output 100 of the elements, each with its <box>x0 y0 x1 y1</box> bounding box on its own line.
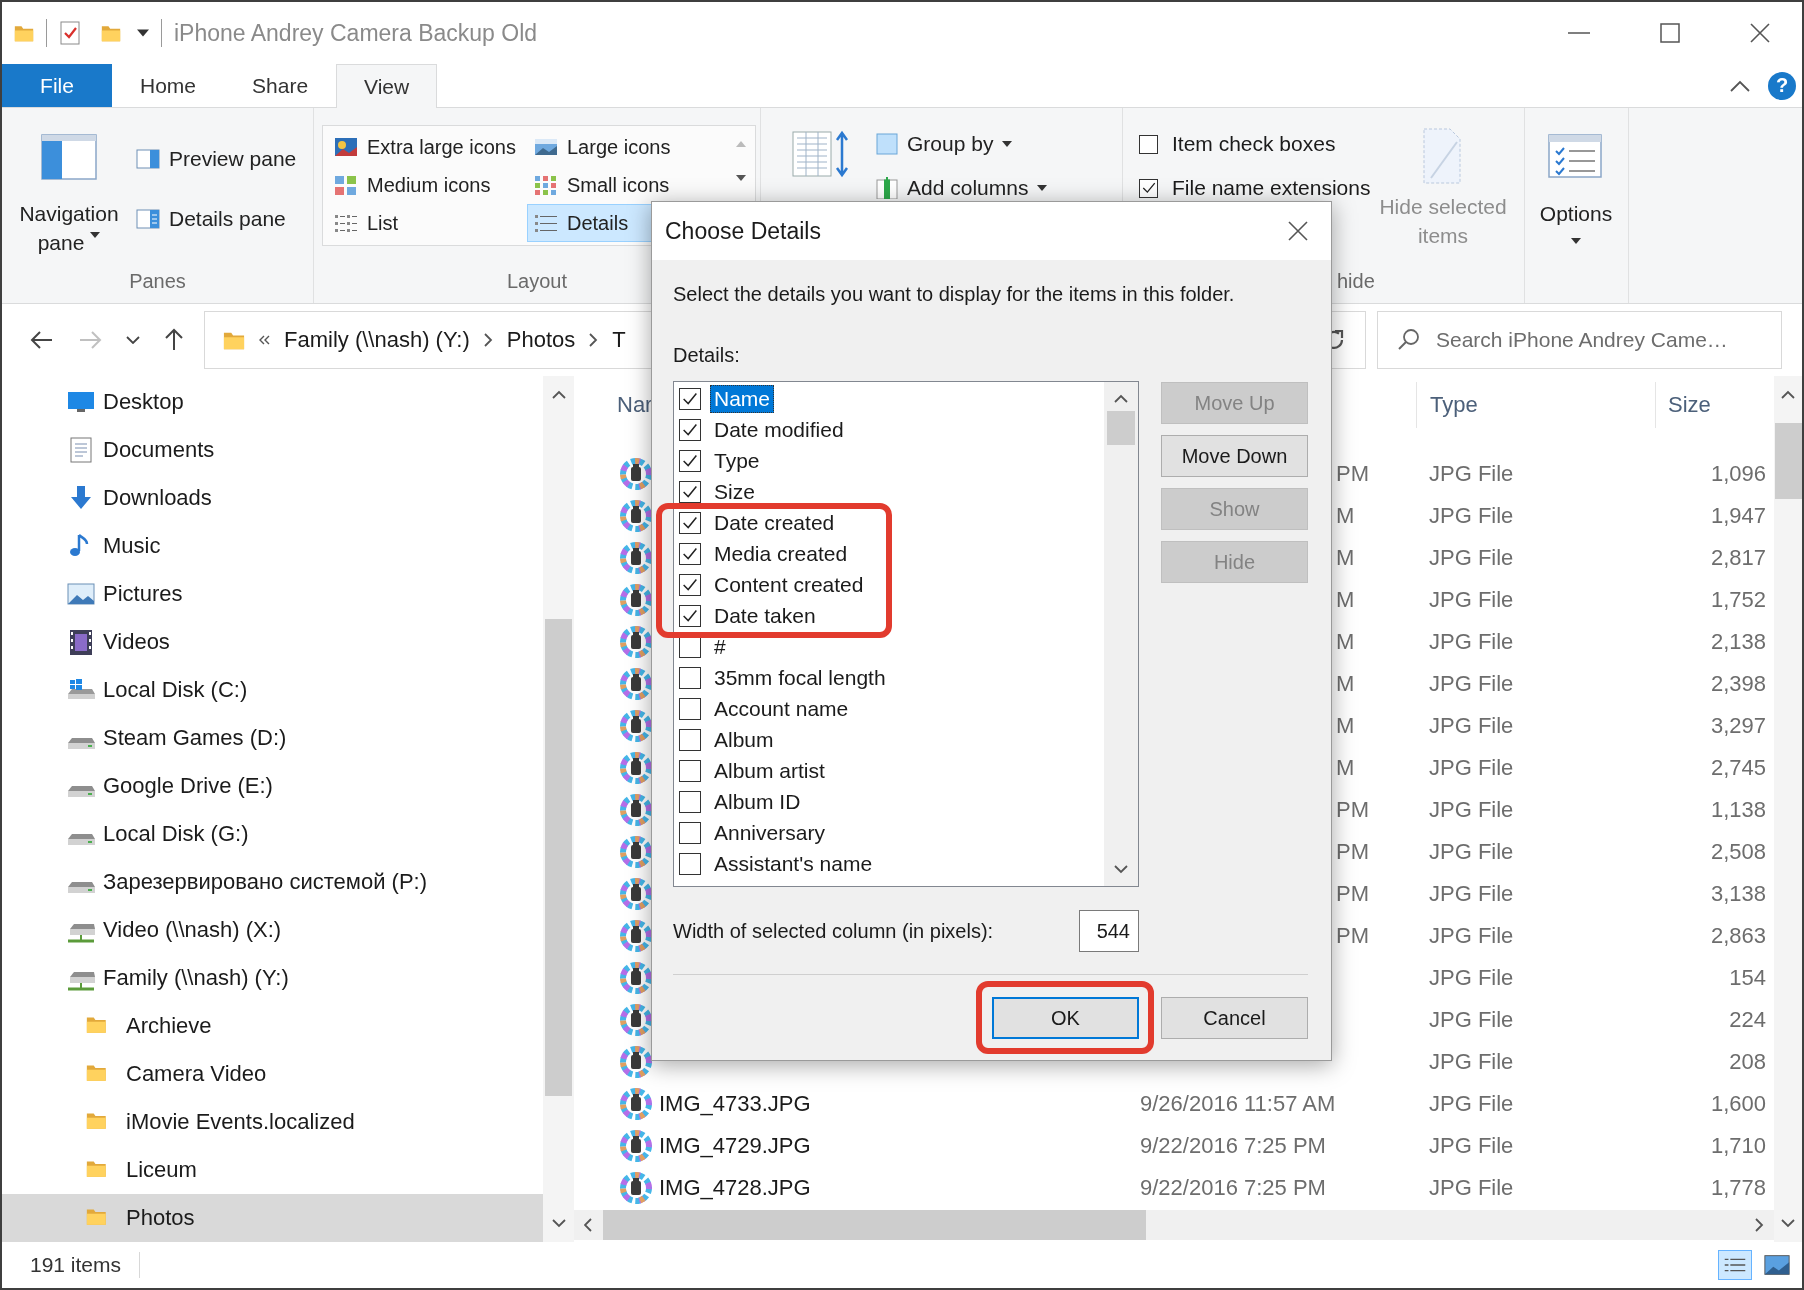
checkbox[interactable] <box>679 387 701 410</box>
scrollbar-thumb[interactable] <box>1107 411 1135 445</box>
tree-item[interactable]: Steam Games (D:) <box>2 714 543 762</box>
tree-item[interactable]: Camera Video <box>2 1050 543 1098</box>
checkbox[interactable] <box>679 852 701 875</box>
tree-item[interactable]: Google Drive (E:) <box>2 762 543 810</box>
tree-item[interactable]: Archieve <box>2 1002 543 1050</box>
list-item[interactable]: 35mm focal length <box>710 663 890 692</box>
list-item[interactable]: Type <box>710 446 764 475</box>
layout-option[interactable]: List <box>327 204 527 242</box>
pane-button[interactable]: Preview pane <box>132 141 301 177</box>
scroll-up-icon[interactable] <box>1781 390 1795 399</box>
checkbox[interactable] <box>679 542 701 565</box>
scroll-up-icon[interactable] <box>551 390 566 399</box>
checkbox[interactable] <box>1139 178 1158 198</box>
checkbox[interactable] <box>679 573 701 596</box>
vertical-scrollbar[interactable] <box>1774 376 1802 1242</box>
list-item[interactable]: Album artist <box>710 756 829 785</box>
checkbox[interactable] <box>679 666 701 689</box>
scrollbar-thumb[interactable] <box>1774 423 1802 499</box>
back-icon[interactable] <box>30 330 54 350</box>
checkbox[interactable] <box>679 697 701 720</box>
tree-item[interactable]: Local Disk (G:) <box>2 810 543 858</box>
group-by-button[interactable]: Group by <box>872 126 1052 162</box>
caret-icon[interactable] <box>126 336 140 344</box>
help-button[interactable]: ? <box>1768 71 1796 100</box>
vertical-scrollbar[interactable] <box>1104 382 1138 886</box>
add-columns-button[interactable]: Add columns <box>872 170 1052 206</box>
collapse-ribbon-icon[interactable] <box>1730 79 1750 92</box>
list-item[interactable]: Content created <box>710 570 868 599</box>
search-field[interactable]: Search iPhone Andrey Came… <box>1377 311 1782 369</box>
tree-item[interactable]: Photos <box>2 1194 543 1242</box>
column-header[interactable]: Type <box>1416 382 1655 428</box>
checkbox[interactable] <box>679 449 701 472</box>
details-view-icon[interactable] <box>1718 1250 1752 1280</box>
scrollbar-thumb[interactable] <box>545 619 572 1096</box>
up-icon[interactable] <box>164 328 184 352</box>
list-item[interactable]: Assistant's name <box>710 849 877 878</box>
chevron-right-icon[interactable] <box>483 333 493 347</box>
scroll-right-icon[interactable] <box>1755 1218 1764 1232</box>
tree-item[interactable]: Liceum <box>2 1146 543 1194</box>
details-list[interactable]: Name Date modified Type Size Date created Media created Content created Date taken # 35mm focal length Account name Album Album artist Album ID Anniversary Assistant's name <box>673 381 1139 887</box>
list-item[interactable]: # <box>710 632 730 661</box>
close-icon[interactable] <box>1288 221 1308 241</box>
layout-option[interactable]: Medium icons <box>327 166 527 204</box>
breadcrumb[interactable]: Family (\\nash) (Y:) <box>284 327 470 353</box>
tree-item[interactable]: Зарезервировано системой (P:) <box>2 858 543 906</box>
layout-option[interactable]: Large icons <box>527 128 727 166</box>
list-item[interactable]: Anniversary <box>710 818 829 847</box>
options-button[interactable]: Options <box>1531 108 1621 263</box>
checkbox[interactable] <box>679 821 701 844</box>
checkbox[interactable] <box>679 511 701 534</box>
checkbox[interactable] <box>679 790 701 813</box>
tree-item[interactable]: Videos <box>2 618 543 666</box>
tree-item[interactable]: Local Disk (C:) <box>2 666 543 714</box>
ribbon-tab[interactable]: View <box>336 64 438 108</box>
tree-item[interactable]: Desktop <box>2 378 543 426</box>
tree-item[interactable]: Pictures <box>2 570 543 618</box>
checkbox-label[interactable]: Item check boxes <box>1172 132 1336 156</box>
checkbox[interactable] <box>679 480 701 503</box>
scroll-left-icon[interactable] <box>584 1218 593 1232</box>
scroll-down-icon[interactable] <box>1114 865 1128 874</box>
horizontal-scrollbar[interactable] <box>574 1210 1774 1240</box>
close-icon[interactable] <box>1750 23 1770 43</box>
list-item[interactable]: Date taken <box>710 601 820 630</box>
checklist-icon[interactable] <box>59 21 81 45</box>
checkbox[interactable] <box>679 759 701 782</box>
chevron-right-icon[interactable] <box>589 333 599 347</box>
scroll-down-icon[interactable] <box>735 174 747 182</box>
list-item[interactable]: Size <box>710 477 759 506</box>
checkbox[interactable] <box>679 604 701 627</box>
layout-option[interactable]: Extra large icons <box>327 128 527 166</box>
vertical-scrollbar[interactable] <box>543 376 574 1242</box>
breadcrumb[interactable]: Photos <box>506 327 576 353</box>
sort-columns-icon[interactable] <box>792 130 850 178</box>
navigation-pane-button[interactable]: Navigation pane <box>10 108 128 263</box>
scroll-up-icon[interactable] <box>1114 394 1128 403</box>
ribbon-tab[interactable]: File <box>2 64 112 107</box>
checkbox[interactable] <box>679 728 701 751</box>
list-item[interactable]: Album ID <box>710 787 805 816</box>
tree-item[interactable]: Music <box>2 522 543 570</box>
tree-item[interactable]: Documents <box>2 426 543 474</box>
ribbon-tab[interactable]: Home <box>112 64 225 107</box>
list-item[interactable]: Media created <box>710 539 852 568</box>
width-field[interactable]: 544 <box>1079 910 1139 952</box>
caret-icon[interactable] <box>137 29 149 37</box>
checkbox[interactable] <box>1139 134 1158 154</box>
list-item[interactable]: Album <box>710 725 778 754</box>
cancel-button[interactable]: Cancel <box>1161 997 1308 1039</box>
overflow-chevron-icon[interactable] <box>259 335 270 345</box>
move-down-button[interactable]: Move Down <box>1161 435 1308 477</box>
checkbox-label[interactable]: File name extensions <box>1172 176 1371 200</box>
scroll-down-icon[interactable] <box>551 1219 566 1228</box>
maximize-icon[interactable] <box>1660 23 1680 43</box>
list-item[interactable]: Name <box>710 384 775 413</box>
tree-item[interactable]: Downloads <box>2 474 543 522</box>
pane-button[interactable]: Details pane <box>132 201 301 237</box>
tree-item[interactable]: Family (\\nash) (Y:) <box>2 954 543 1002</box>
scroll-down-icon[interactable] <box>1781 1219 1795 1228</box>
list-item[interactable]: Date modified <box>710 415 848 444</box>
